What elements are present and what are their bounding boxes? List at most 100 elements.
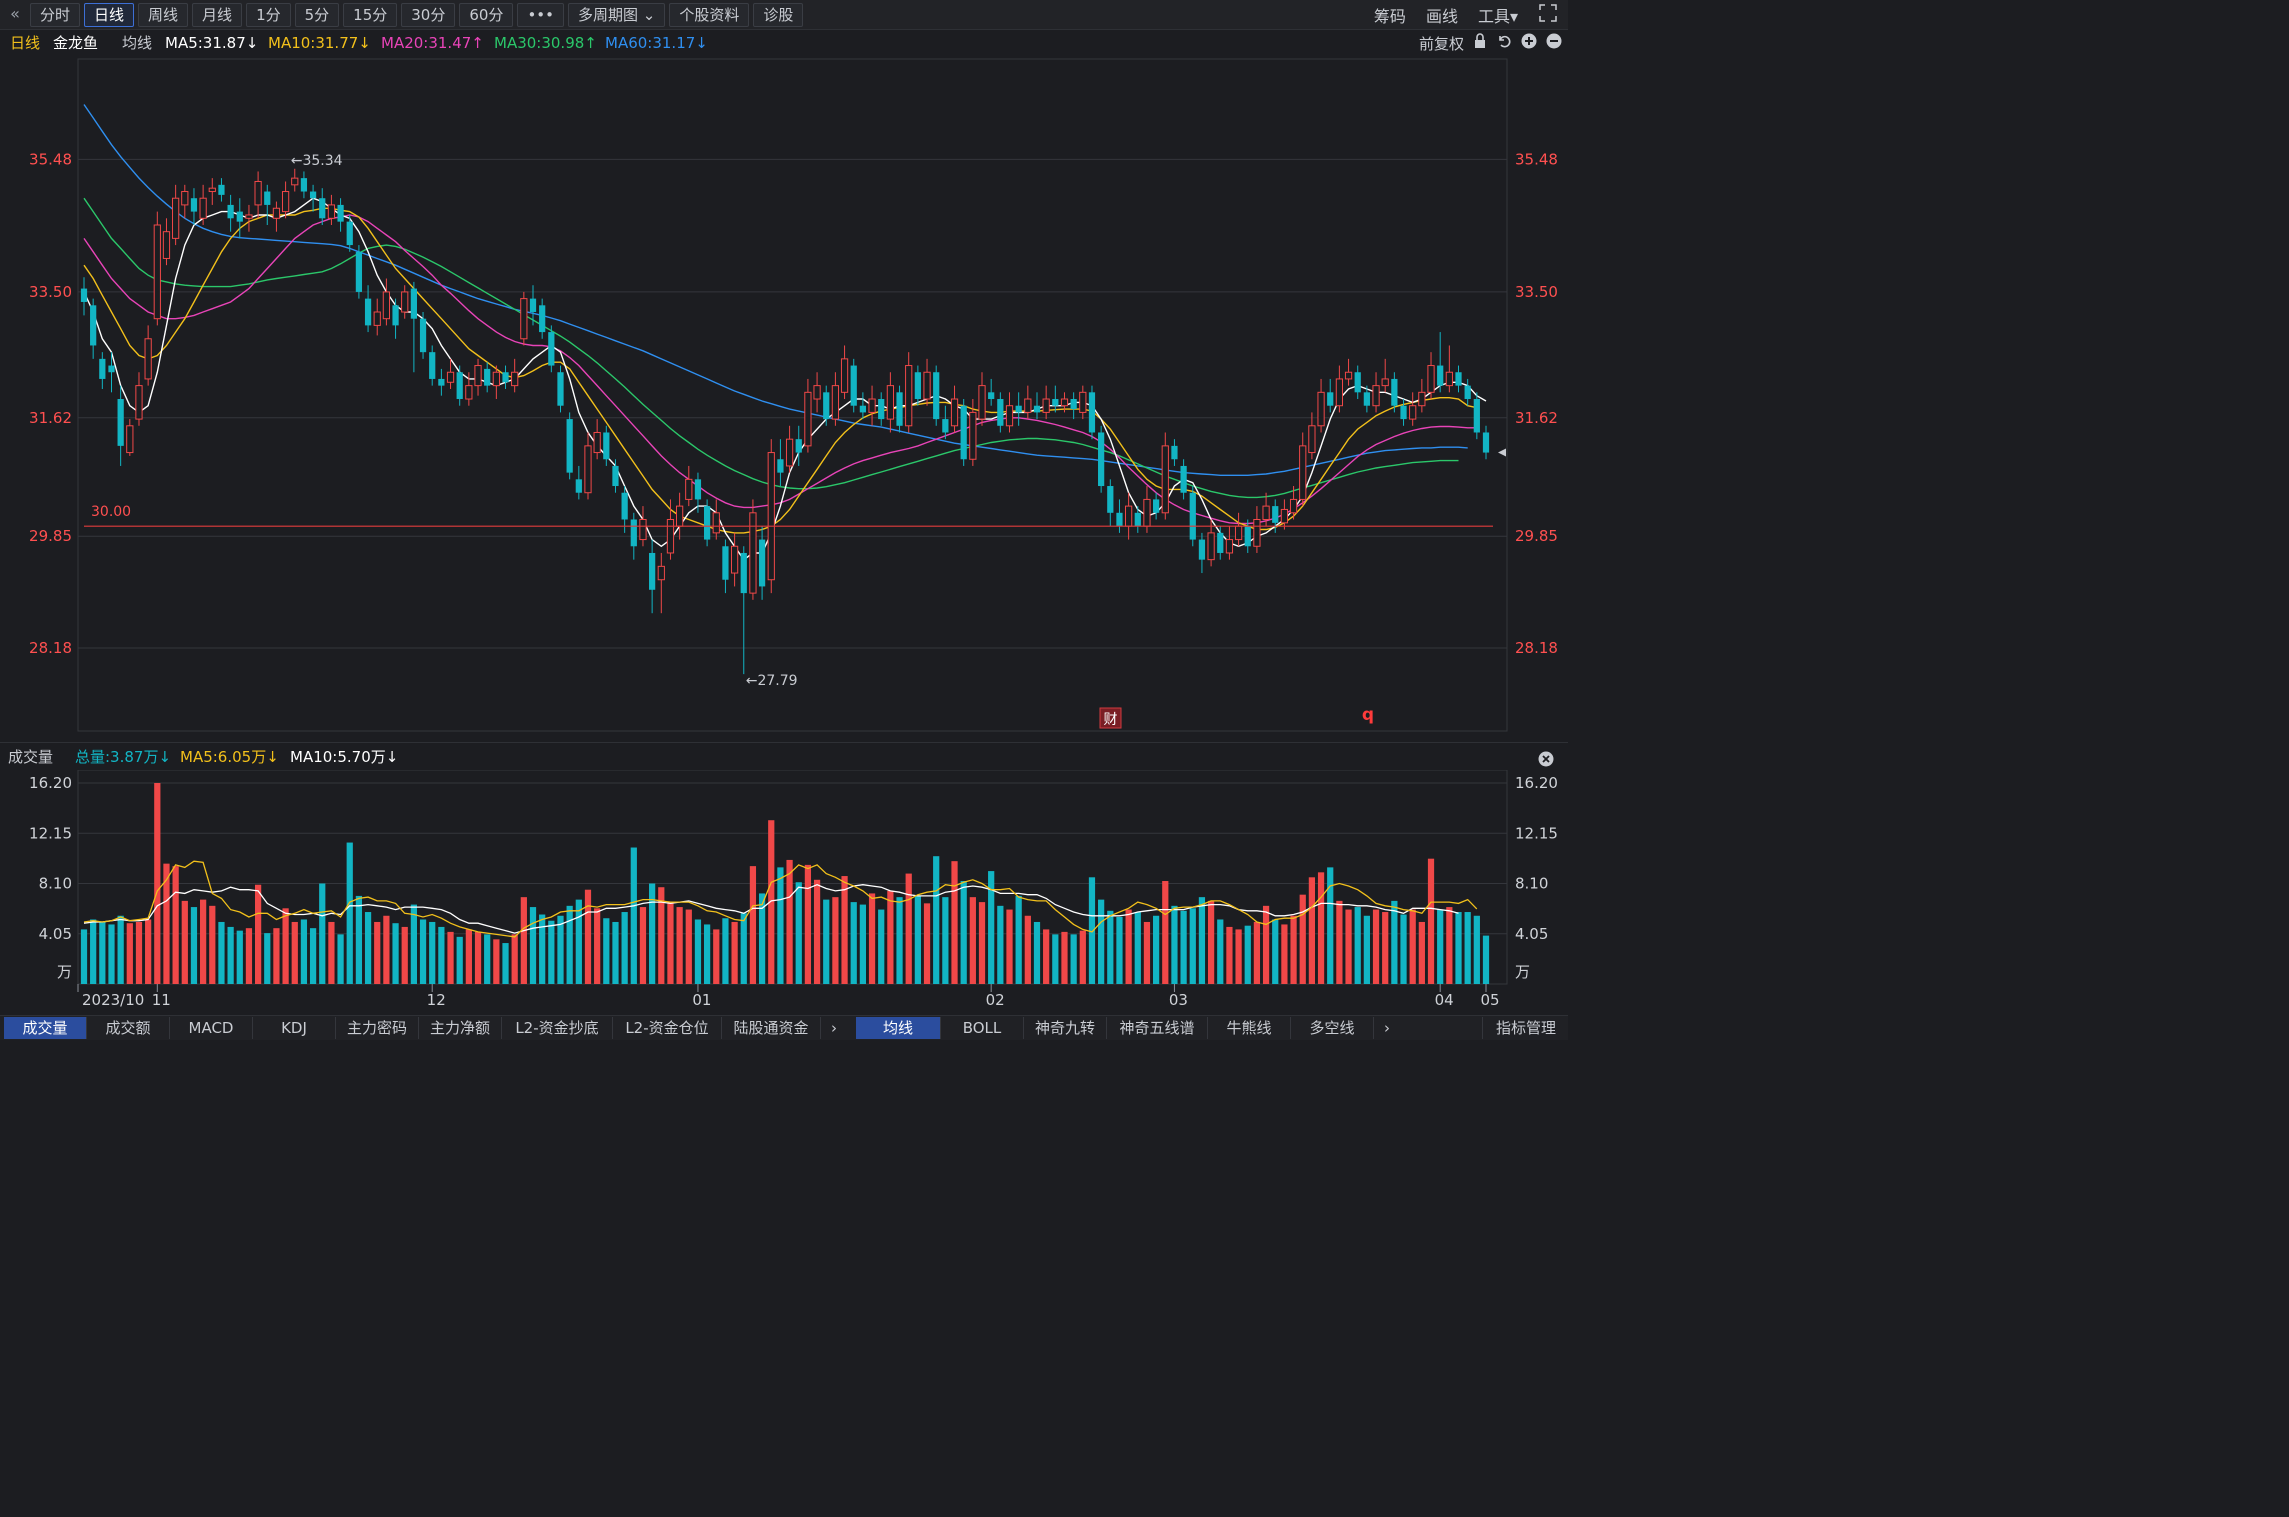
double-chevron-left-icon[interactable]: «	[4, 2, 26, 26]
tab-30min[interactable]: 30分	[401, 3, 456, 27]
panel-divider[interactable]	[0, 742, 1568, 743]
tab-daily[interactable]: 日线	[84, 3, 135, 27]
candle-up	[1253, 506, 1261, 553]
volume-bar-up	[1382, 912, 1389, 984]
volume-bar-down	[1473, 915, 1480, 984]
candle-body	[80, 288, 88, 302]
volume-chart[interactable]: 16.2012.158.104.05万 16.2012.158.104.05万 …	[0, 770, 1568, 1014]
volume-bar-up	[1061, 931, 1068, 984]
volume-bar-down	[1107, 910, 1114, 984]
volume-bar-down	[1391, 900, 1398, 984]
candle-down	[575, 465, 582, 500]
tab-fenshi[interactable]: 分时	[30, 3, 81, 27]
candle-down	[539, 298, 546, 339]
tab-kdj[interactable]: KDJ	[253, 1017, 336, 1039]
volume-bar-down	[1198, 897, 1206, 984]
lock-icon[interactable]	[1473, 33, 1487, 53]
tab-main-net[interactable]: 主力净额	[419, 1017, 502, 1039]
tab-volume[interactable]: 成交量	[4, 1017, 87, 1039]
tools-dropdown[interactable]: 工具▾	[1468, 3, 1528, 27]
chevron-right-icon[interactable]: ›	[821, 1017, 847, 1039]
candle-body	[823, 392, 830, 420]
tab-l2-bottom[interactable]: L2-资金抄底	[502, 1017, 613, 1039]
candle-body	[950, 398, 959, 427]
volume-bar-up	[1043, 929, 1050, 984]
candle-up	[1225, 526, 1234, 560]
zoom-out-icon[interactable]	[1546, 33, 1562, 53]
volume-bar-up	[978, 902, 986, 984]
candle-body	[639, 518, 647, 541]
tab-15min[interactable]: 15分	[343, 3, 398, 27]
volume-bar-up	[209, 905, 216, 984]
candle-up	[162, 218, 171, 266]
candle-up	[978, 372, 986, 426]
candle-down	[914, 365, 921, 406]
candle-body	[236, 211, 243, 222]
tab-macd[interactable]: MACD	[170, 1017, 253, 1039]
candle-up	[831, 372, 840, 426]
tab-diagnosis[interactable]: 诊股	[753, 3, 804, 27]
candle-body	[630, 519, 637, 547]
chevron-right-icon-2[interactable]: ›	[1374, 1017, 1400, 1039]
chips-button[interactable]: 筹码	[1364, 3, 1416, 27]
fullscreen-icon[interactable]	[1528, 3, 1568, 27]
tab-boll[interactable]: BOLL	[941, 1017, 1024, 1039]
multi-period-dropdown[interactable]: 多周期图 ⌄	[567, 3, 666, 27]
tab-1min[interactable]: 1分	[246, 3, 291, 27]
candle-down	[438, 368, 445, 396]
tab-turnover[interactable]: 成交额	[87, 1017, 170, 1039]
candle-down	[190, 188, 198, 225]
candle-body	[108, 365, 115, 373]
tab-long-short[interactable]: 多空线	[1291, 1017, 1374, 1039]
undo-icon[interactable]	[1496, 33, 1512, 53]
tab-ma[interactable]: 均线	[856, 1017, 941, 1039]
tab-monthly[interactable]: 月线	[192, 3, 243, 27]
volume-bar-up	[1207, 900, 1215, 984]
tab-bull-bear[interactable]: 牛熊线	[1208, 1017, 1291, 1039]
tab-northbound[interactable]: 陆股通资金	[722, 1017, 821, 1039]
candle-up	[373, 298, 381, 336]
tab-5min[interactable]: 5分	[294, 3, 340, 27]
tab-60min[interactable]: 60分	[459, 3, 514, 27]
volume-bar-up	[1418, 921, 1425, 984]
volume-bar-up	[905, 873, 912, 984]
tab-magic-five[interactable]: 神奇五线谱	[1107, 1017, 1208, 1039]
more-periods-button[interactable]: •••	[517, 3, 564, 27]
price-chart[interactable]: 35.48 33.50 31.62 29.85 28.18 35.48 33.50 31.6…	[0, 56, 1568, 742]
price-tick-label-left: 31.62	[29, 409, 72, 427]
price-tick-label-right: 29.85	[1515, 527, 1558, 545]
candle-body	[914, 372, 921, 400]
draw-line-button[interactable]: 画线	[1416, 3, 1468, 27]
candle-body	[960, 405, 967, 460]
tab-magic-nine[interactable]: 神奇九转	[1024, 1017, 1107, 1039]
candle-down	[1464, 378, 1471, 406]
candle-body	[1107, 486, 1114, 513]
ma-label[interactable]: 均线	[122, 30, 152, 56]
volume-bar-down	[429, 921, 436, 984]
candle-body	[446, 371, 455, 383]
tab-main-code[interactable]: 主力密码	[336, 1017, 419, 1039]
candle-up	[254, 171, 262, 219]
candle-body	[566, 419, 573, 473]
tab-stock-profile[interactable]: 个股资料	[669, 3, 750, 27]
adjust-mode[interactable]: 前复权	[1419, 33, 1464, 54]
volume-label[interactable]: 成交量	[8, 744, 53, 770]
candle-body	[1289, 498, 1298, 514]
zoom-in-icon[interactable]	[1521, 33, 1537, 53]
candle-up	[1024, 385, 1032, 420]
volume-bar-down	[529, 907, 537, 984]
tab-weekly[interactable]: 周线	[138, 3, 189, 27]
stock-name[interactable]: 金龙鱼	[53, 30, 98, 56]
volume-tick-label-left: 16.20	[29, 774, 72, 792]
candle-body	[749, 512, 757, 594]
tab-l2-position[interactable]: L2-资金仓位	[613, 1017, 722, 1039]
volume-tick-label-left: 12.15	[29, 824, 72, 842]
x-axis-tick-label: 04	[1435, 991, 1454, 1009]
candle-body	[1005, 405, 1014, 427]
candle-body	[740, 552, 747, 594]
candle-up	[840, 345, 849, 400]
volume-bar-up	[832, 897, 839, 984]
reference-line-label: 30.00	[91, 504, 131, 520]
indicator-manage-button[interactable]: 指标管理	[1482, 1017, 1569, 1039]
candle-up	[208, 178, 216, 205]
